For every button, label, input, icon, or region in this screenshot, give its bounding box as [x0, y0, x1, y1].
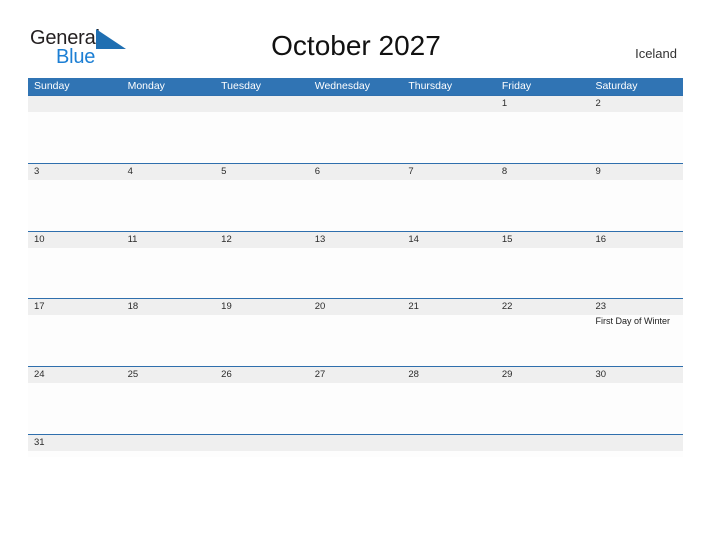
- day-number: 29: [501, 369, 513, 381]
- calendar-day-cell[interactable]: [308, 434, 403, 457]
- weekday-header-row: Sunday Monday Tuesday Wednesday Thursday…: [28, 78, 683, 95]
- day-number: 7: [408, 165, 414, 177]
- day-number: 30: [595, 369, 607, 381]
- day-number: 3: [34, 165, 40, 177]
- calendar-day-cell[interactable]: 13: [308, 231, 403, 299]
- calendar-day-cell[interactable]: 24: [28, 367, 122, 434]
- day-number: 11: [127, 233, 138, 245]
- calendar-day-cell[interactable]: 2: [589, 96, 684, 163]
- day-number: 18: [127, 301, 139, 313]
- weekday-header-wednesday: Wednesday: [314, 80, 370, 92]
- weekday-header-tuesday: Tuesday: [221, 80, 262, 92]
- calendar-day-cell[interactable]: [308, 96, 403, 163]
- calendar-day-cell[interactable]: 17: [28, 299, 122, 367]
- calendar-day-cell[interactable]: 1: [495, 96, 590, 163]
- calendar-day-cell[interactable]: 29: [495, 367, 590, 434]
- calendar-grid: Sunday Monday Tuesday Wednesday Thursday…: [28, 78, 684, 457]
- country-label: Iceland: [635, 46, 677, 61]
- calendar-day-cell[interactable]: [589, 434, 684, 457]
- calendar-day-cell[interactable]: 19: [215, 299, 309, 367]
- calendar-day-cell[interactable]: 14: [402, 231, 496, 299]
- calendar-day-cell[interactable]: 8: [495, 163, 590, 231]
- calendar-day-cell[interactable]: 30: [589, 367, 684, 434]
- day-number: 8: [501, 165, 508, 177]
- calendar-day-cell[interactable]: 9: [589, 163, 684, 231]
- calendar-day-cell[interactable]: 6: [308, 163, 403, 231]
- day-number: 26: [221, 369, 232, 381]
- day-number: 6: [314, 165, 321, 177]
- calendar-day-cell[interactable]: [215, 434, 309, 457]
- page-title: October 2027: [271, 30, 441, 61]
- day-number: 5: [221, 165, 227, 177]
- calendar-day-cell[interactable]: 23 First Day of Winter: [589, 299, 684, 367]
- calendar-week-row: 31: [28, 433, 684, 457]
- day-number: 13: [314, 233, 326, 245]
- day-number: 10: [34, 233, 45, 245]
- day-number: 9: [595, 165, 601, 177]
- calendar-day-cell[interactable]: 5: [215, 163, 309, 231]
- calendar-day-cell[interactable]: [121, 96, 216, 163]
- weekday-header-thursday: Thursday: [408, 80, 453, 92]
- calendar-day-cell[interactable]: 15: [495, 231, 590, 299]
- day-number: 4: [127, 165, 133, 177]
- day-event: First Day of Winter: [595, 316, 670, 327]
- day-number: 16: [595, 233, 607, 245]
- calendar-week-row: 1 2: [28, 95, 684, 163]
- day-number: 19: [221, 301, 232, 313]
- calendar-day-cell[interactable]: 25: [121, 367, 216, 434]
- day-number: 22: [501, 301, 513, 313]
- calendar-day-cell[interactable]: 4: [121, 163, 216, 231]
- day-number: 1: [501, 98, 508, 109]
- weekday-header-friday: Friday: [501, 80, 532, 92]
- calendar-day-cell[interactable]: 3: [28, 163, 122, 231]
- day-number: 2: [595, 98, 601, 109]
- calendar-day-cell[interactable]: [402, 96, 496, 163]
- calendar-page: General Blue October 2027 Iceland Sunday…: [0, 0, 712, 550]
- calendar-day-cell[interactable]: 20: [308, 299, 403, 367]
- calendar-day-cell[interactable]: [402, 434, 496, 457]
- calendar-day-cell[interactable]: 12: [215, 231, 309, 299]
- weekday-header-saturday: Saturday: [595, 80, 638, 92]
- day-number: 28: [408, 369, 419, 381]
- calendar-day-cell[interactable]: 28: [402, 367, 496, 434]
- calendar-week-row: 3 4 5 6 7 8 9: [28, 162, 684, 231]
- day-number: 21: [408, 301, 419, 313]
- day-number: 25: [127, 369, 139, 381]
- calendar-day-cell[interactable]: 26: [215, 367, 309, 434]
- calendar-day-cell[interactable]: 27: [308, 367, 403, 434]
- calendar-day-cell[interactable]: 18: [121, 299, 216, 367]
- day-number: 12: [221, 233, 232, 245]
- calendar-day-cell[interactable]: 10: [28, 231, 122, 299]
- day-number: 31: [34, 436, 45, 448]
- day-number: 23: [595, 301, 607, 313]
- calendar-day-cell[interactable]: 21: [402, 299, 496, 367]
- day-number: 17: [34, 301, 45, 313]
- day-number: 20: [314, 301, 326, 313]
- calendar-day-cell[interactable]: [215, 96, 309, 163]
- calendar-day-cell[interactable]: [495, 434, 590, 457]
- calendar-day-cell[interactable]: 31: [28, 434, 122, 457]
- calendar-day-cell[interactable]: 11: [121, 231, 216, 299]
- day-number: 14: [408, 233, 419, 245]
- day-number: 24: [34, 369, 45, 381]
- calendar-day-cell[interactable]: [121, 434, 216, 457]
- weekday-header-sunday: Sunday: [34, 80, 70, 92]
- calendar-week-row: 17 18 19 20 21 22 23 First Day of Winter: [28, 298, 684, 367]
- calendar-day-cell[interactable]: 7: [402, 163, 496, 231]
- calendar-week-row: 24 25 26 27 28 29 30: [28, 366, 684, 434]
- page-header: General Blue October 2027 Iceland: [0, 0, 712, 67]
- weekday-header-monday: Monday: [127, 80, 165, 92]
- calendar-day-cell[interactable]: 22: [495, 299, 590, 367]
- calendar-week-row: 10 11 12 13 14 15 16: [28, 230, 684, 299]
- calendar-day-cell[interactable]: 16: [589, 231, 684, 299]
- day-number: 15: [501, 233, 513, 245]
- calendar-day-cell[interactable]: [28, 96, 122, 163]
- day-number: 27: [314, 369, 326, 381]
